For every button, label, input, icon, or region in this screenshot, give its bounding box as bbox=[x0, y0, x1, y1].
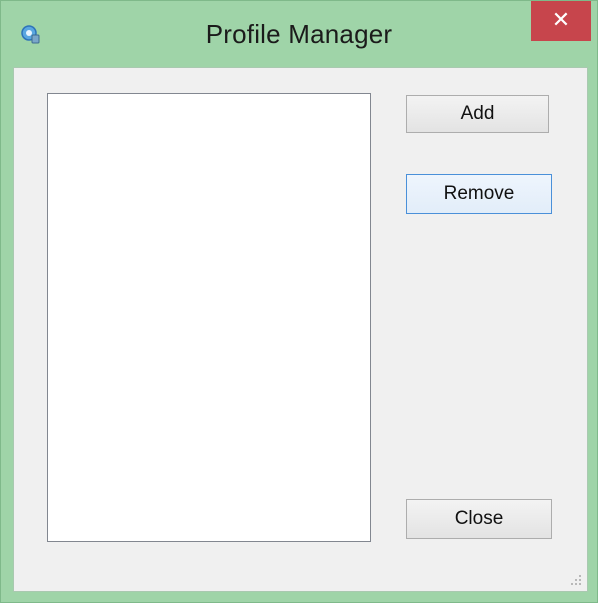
profile-manager-window: Profile Manager ✕ Add Remove Close bbox=[0, 0, 598, 603]
add-button[interactable]: Add bbox=[406, 95, 549, 133]
resize-grip-icon[interactable] bbox=[569, 573, 583, 587]
client-area: Add Remove Close bbox=[13, 67, 588, 592]
remove-button[interactable]: Remove bbox=[406, 174, 552, 214]
profile-listbox[interactable] bbox=[47, 93, 371, 542]
title-bar[interactable]: Profile Manager ✕ bbox=[1, 1, 597, 67]
close-button[interactable]: Close bbox=[406, 499, 552, 539]
window-title: Profile Manager bbox=[205, 19, 393, 49]
window-close-button[interactable]: ✕ bbox=[531, 1, 591, 41]
close-icon: ✕ bbox=[551, 7, 571, 32]
